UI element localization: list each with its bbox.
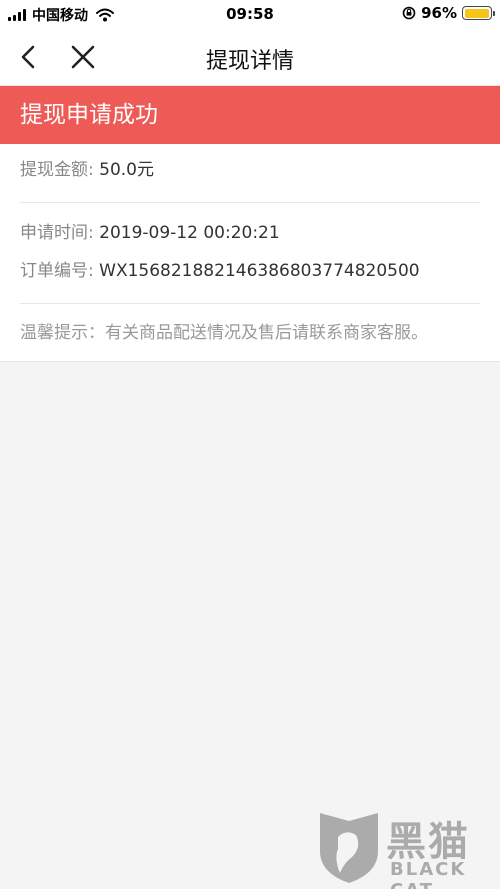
amount-section: 提现金额: 50.0元 — [0, 144, 500, 202]
order-number-label: 订单编号: — [20, 261, 94, 281]
apply-time-label: 申请时间: — [20, 223, 94, 243]
apply-time-value: 2019-09-12 00:20:21 — [99, 223, 280, 243]
details-section: 申请时间: 2019-09-12 00:20:21 订单编号: WX156821… — [0, 203, 500, 303]
page-title: 提现详情 — [205, 49, 294, 74]
order-number-row: 订单编号: WX156821882146386803774820500 — [20, 259, 480, 283]
hint-section: 温馨提示：有关商品配送情况及售后请联系商家客服。 — [0, 304, 500, 362]
battery-icon — [462, 6, 495, 20]
order-number-value: WX156821882146386803774820500 — [99, 261, 420, 281]
success-banner: 提现申请成功 — [0, 86, 500, 144]
hint-text: 温馨提示：有关商品配送情况及售后请联系商家客服。 — [20, 323, 428, 343]
watermark-subtext: BLACK CAT — [390, 859, 467, 889]
apply-time-row: 申请时间: 2019-09-12 00:20:21 — [20, 221, 480, 245]
amount-label: 提现金额: — [20, 160, 94, 180]
amount-value: 50.0元 — [99, 160, 154, 180]
watermark: 黑猫 BLACK CAT — [314, 807, 496, 889]
nav-bar: 提现详情 — [0, 28, 500, 86]
cat-logo-icon — [320, 813, 378, 883]
amount-row: 提现金额: 50.0元 — [20, 158, 480, 182]
rotation-lock-icon — [402, 6, 416, 20]
battery-level — [464, 8, 489, 18]
status-bar: 中国移动 09:58 96% — [0, 0, 500, 28]
battery-percent: 96% — [421, 4, 457, 22]
status-right: 96% — [402, 4, 495, 22]
